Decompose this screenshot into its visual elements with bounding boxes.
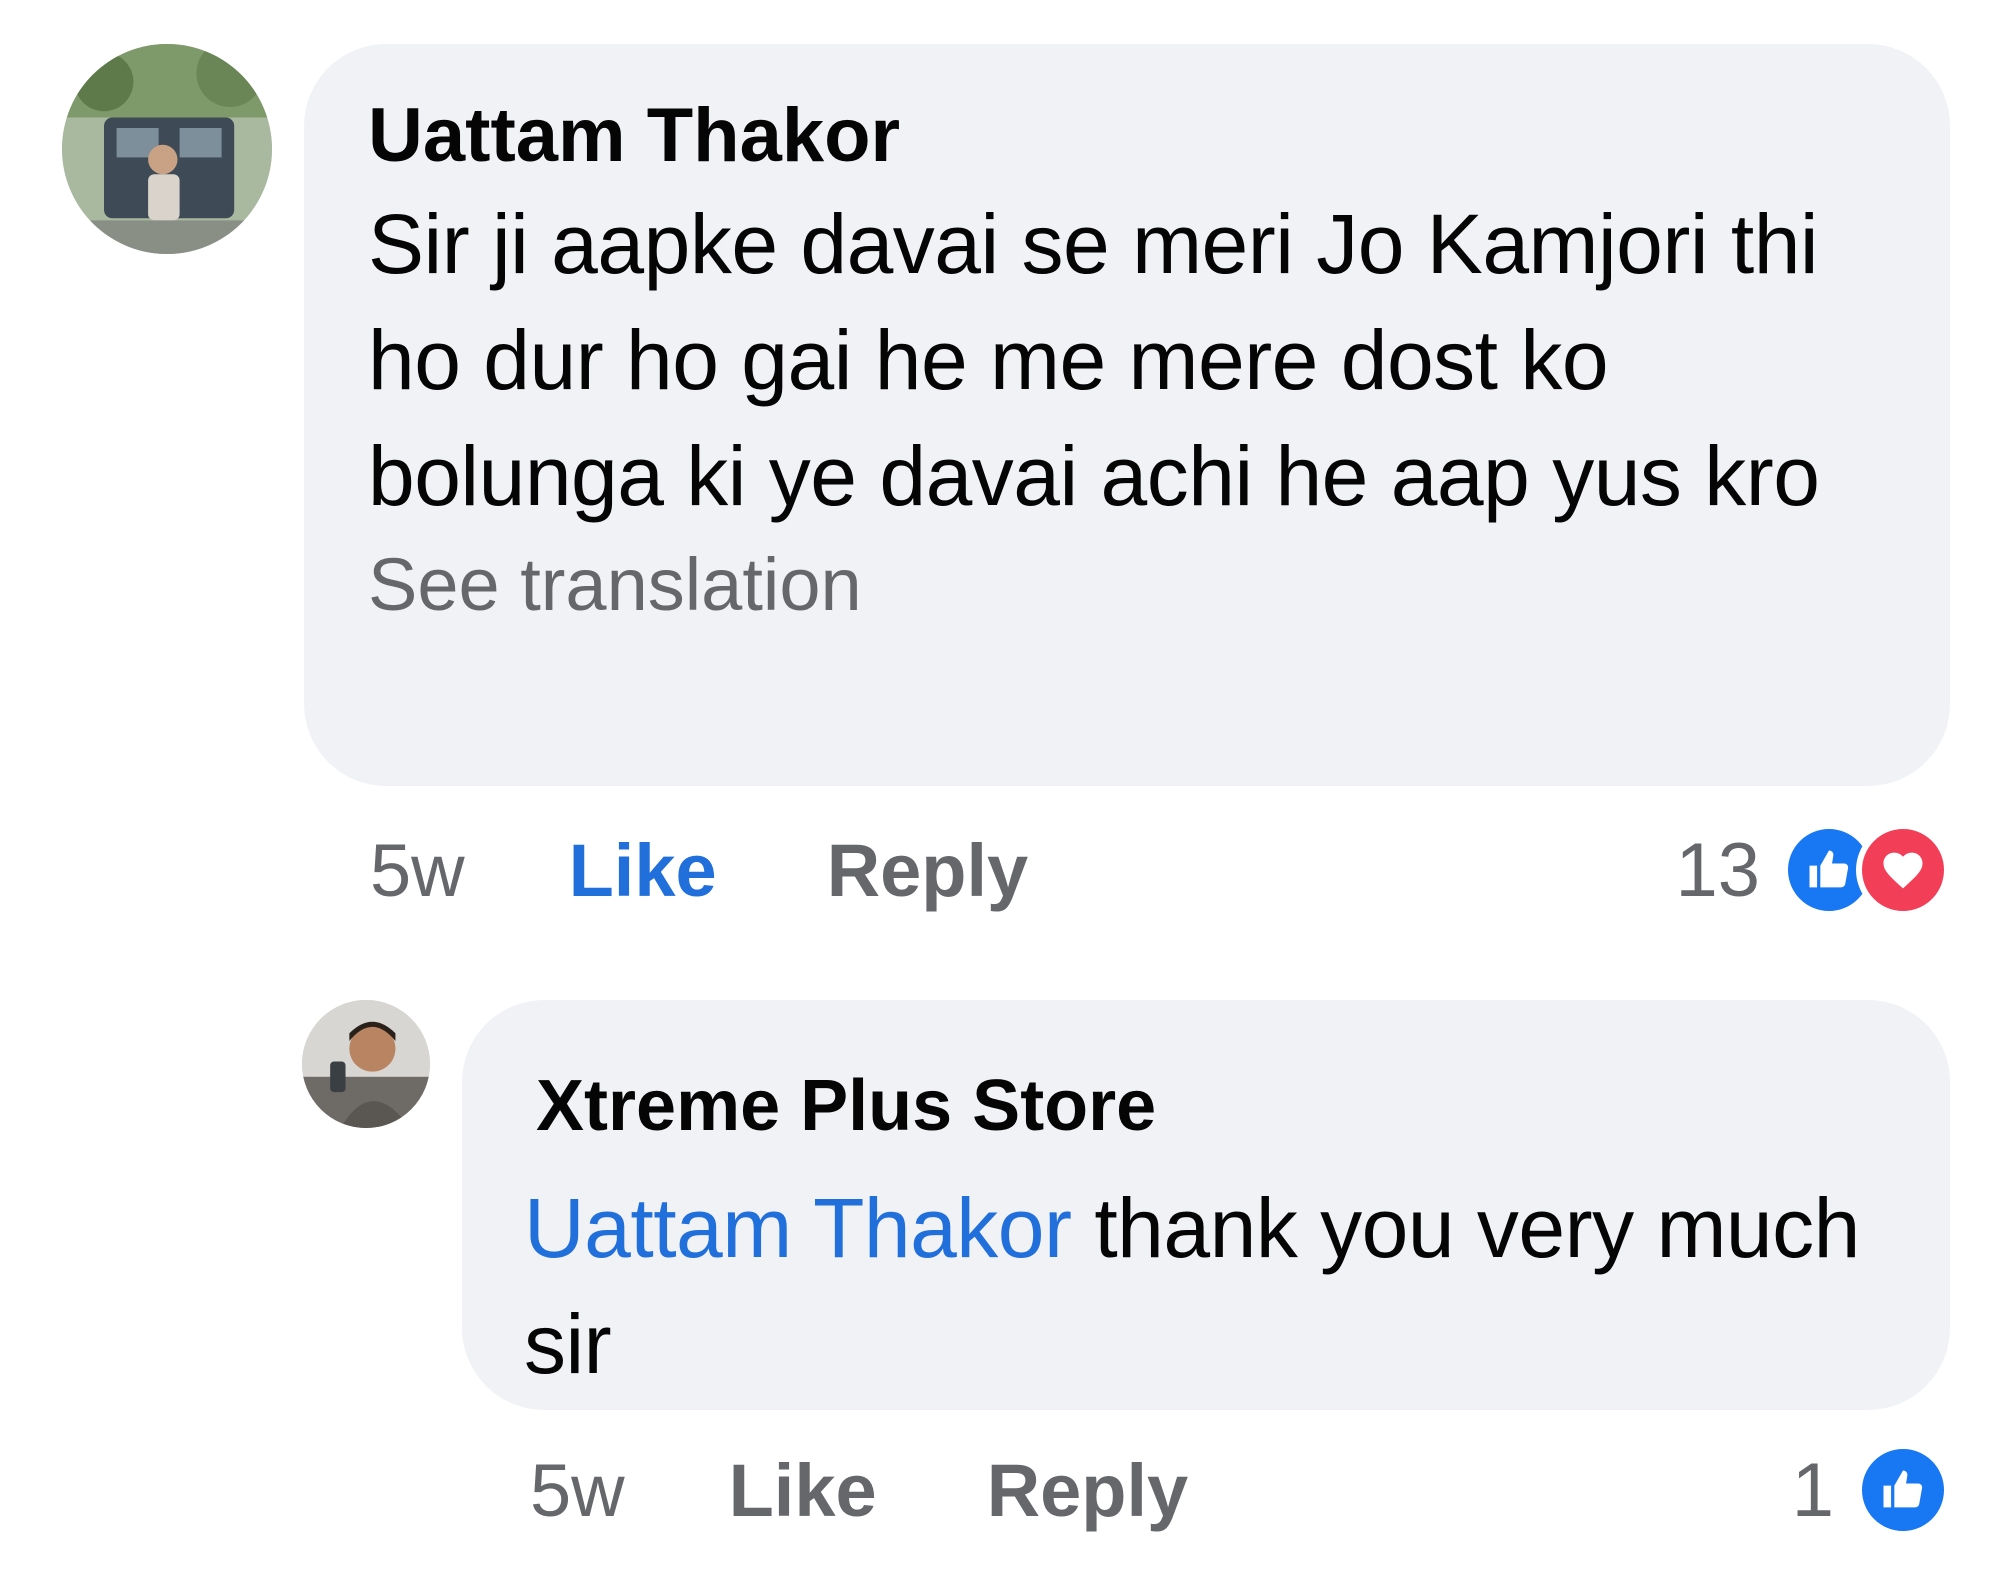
avatar[interactable]	[302, 1000, 430, 1128]
comment-text: Uattam Thakor thank you very much sir	[524, 1170, 1890, 1402]
profile-photo-icon	[302, 1000, 430, 1128]
reaction-summary[interactable]: 13	[1675, 820, 1950, 920]
reaction-count: 1	[1791, 1447, 1834, 1533]
comment-author[interactable]: Uattam Thakor	[368, 90, 1890, 182]
reaction-summary[interactable]: 1	[1792, 1440, 1950, 1540]
mention-link[interactable]: Uattam Thakor	[524, 1181, 1072, 1275]
comment-text: Sir ji aapke davai se meri Jo Kamjori th…	[368, 197, 1820, 523]
like-icon	[1856, 1443, 1950, 1537]
comment-author[interactable]: Xtreme Plus Store	[536, 1060, 1890, 1152]
like-button[interactable]: Like	[569, 828, 717, 913]
reply-button[interactable]: Reply	[987, 1448, 1189, 1533]
reaction-count: 13	[1675, 827, 1760, 913]
comment-timestamp[interactable]: 5w	[370, 828, 465, 913]
profile-photo-icon	[62, 44, 272, 254]
reply-button[interactable]: Reply	[827, 828, 1029, 913]
comment-actions: 5w Like Reply 1	[530, 1440, 1950, 1540]
comment-timestamp[interactable]: 5w	[530, 1448, 625, 1533]
see-translation-link[interactable]: See translation	[368, 540, 862, 630]
like-button[interactable]: Like	[729, 1448, 877, 1533]
comment-actions: 5w Like Reply 13	[370, 820, 1950, 920]
love-icon	[1856, 823, 1950, 917]
reply-bubble: Xtreme Plus Store Uattam Thakor thank yo…	[462, 1000, 1950, 1410]
avatar[interactable]	[62, 44, 272, 254]
comment-bubble: Uattam Thakor Sir ji aapke davai se meri…	[304, 44, 1950, 786]
